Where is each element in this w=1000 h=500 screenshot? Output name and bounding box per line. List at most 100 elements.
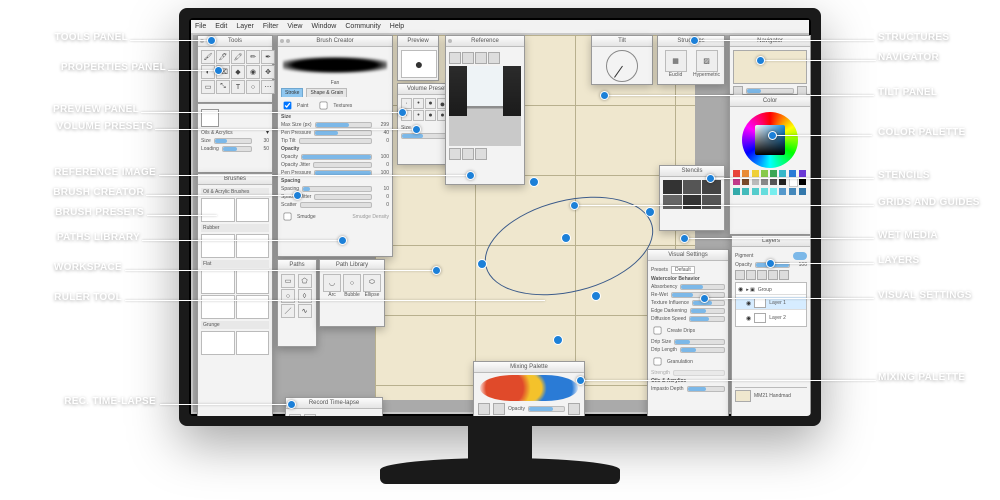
opacity-slider[interactable] [301,154,372,160]
eye-icon[interactable]: ◉ [746,300,751,307]
visual-settings-panel[interactable]: Visual Settings PresetsDefault Watercolo… [647,249,729,416]
brushes-panel[interactable]: Brushes Oil & Acrylic Brushes Rubber [197,173,273,416]
maxsize-slider[interactable] [315,122,372,128]
layer-action-icon[interactable] [768,270,778,280]
vs-drips-checkbox[interactable] [654,327,662,335]
brush-thumb[interactable] [201,234,235,258]
brush-thumb[interactable] [201,270,235,294]
structure-item[interactable]: ▦Euclid [661,50,690,78]
paint-checkbox[interactable] [284,102,292,110]
swatch[interactable] [742,178,749,185]
menu-edit[interactable]: Edit [215,23,227,30]
eye-icon[interactable]: ◉ [738,286,743,293]
ruler-node[interactable] [477,259,487,269]
eye-icon[interactable]: ◉ [746,315,751,322]
stencil-thumb[interactable] [702,195,721,209]
tool-pick[interactable]: ◉ [246,65,260,79]
menu-help[interactable]: Help [390,23,404,30]
vs-dripsize-slider[interactable] [674,339,725,345]
path-shape-pentagon[interactable]: ⬠ [298,274,312,288]
ref-tool-icon[interactable] [475,52,487,64]
textures-checkbox[interactable] [320,102,328,110]
vs-tex-slider[interactable] [692,300,725,306]
tool-move[interactable]: ✥ [261,65,275,79]
mixing-palette-panel[interactable]: Mixing Palette Opacity [473,361,585,416]
properties-panel[interactable]: Oils & Acrylics▾ Size30 Loading50 [197,103,273,173]
swatch[interactable] [733,188,740,195]
mix-tool-icon[interactable] [568,403,580,415]
stop-button[interactable]: ■ [304,414,316,416]
stencil-thumb[interactable] [663,180,682,194]
color-square[interactable] [755,125,785,155]
swatch[interactable] [761,188,768,195]
vs-gran-checkbox[interactable] [654,358,662,366]
paths-panel[interactable]: Paths ▭ ⬠ ○ ◊ ／ ∿ [277,259,317,347]
pathlib-item[interactable]: ⬭Ellipse [363,274,381,298]
opjitter-slider[interactable] [313,162,372,168]
reference-image[interactable] [449,66,521,146]
tool-brush5[interactable]: ✒ [261,50,275,64]
swatch[interactable] [742,170,749,177]
tool-transform[interactable]: ⤡ [216,80,230,94]
brush-thumb[interactable] [201,295,235,319]
ref-tool-icon[interactable] [462,52,474,64]
mix-opacity-slider[interactable] [528,406,565,412]
pressure-slider[interactable] [314,130,372,136]
ruler-node[interactable] [591,291,601,301]
tool-text[interactable]: T [231,80,245,94]
layer-row[interactable]: ◉▸ ▣Group [736,285,806,295]
tilt-panel[interactable]: Tilt [591,35,653,85]
spacing-slider[interactable] [302,186,372,192]
brush-thumb[interactable] [236,234,270,258]
ref-action-icon[interactable] [462,148,474,160]
stencil-thumb[interactable] [663,195,682,209]
swatch[interactable] [779,170,786,177]
volume-preset[interactable]: ● [425,110,436,121]
menu-view[interactable]: View [287,23,302,30]
vs-edge-slider[interactable] [690,308,725,314]
tool-blend[interactable]: ◐ [201,65,215,79]
color-panel[interactable]: Color [729,95,811,235]
swatch[interactable] [761,178,768,185]
swatch[interactable] [779,188,786,195]
menu-community[interactable]: Community [345,23,380,30]
swatch[interactable] [770,170,777,177]
zoom-slider[interactable] [746,88,794,94]
brush-creator-panel[interactable]: Brush Creator Fan StrokeShape & Grain Pa… [277,35,393,257]
ruler-node[interactable] [553,335,563,345]
volume-preset[interactable]: • [413,110,424,121]
stroke-tab[interactable]: Stroke [281,88,303,97]
vs-driplen-slider[interactable] [680,347,725,353]
brush-thumb[interactable] [236,295,270,319]
tiptilt-slider[interactable] [299,138,372,144]
swatch[interactable] [770,178,777,185]
loading-slider[interactable] [222,146,252,152]
tool-more[interactable]: ⋯ [261,80,275,94]
swatch[interactable] [789,170,796,177]
tilt-indicator[interactable] [606,50,638,82]
path-shape-free[interactable]: ∿ [298,304,312,318]
swatch[interactable] [742,188,749,195]
ref-action-icon[interactable] [449,148,461,160]
swatch[interactable] [752,178,759,185]
stencils-panel[interactable]: Stencils [659,165,725,231]
tool-select[interactable]: ▭ [201,80,215,94]
swatch[interactable] [799,188,806,195]
vs-absorb-slider[interactable] [680,284,725,290]
stencil-thumb[interactable] [683,195,702,209]
swatch[interactable] [789,188,796,195]
swatch[interactable] [779,178,786,185]
ref-tool-icon[interactable] [449,52,461,64]
path-shape-square[interactable]: ▭ [281,274,295,288]
swatch[interactable] [770,188,777,195]
swatch[interactable] [752,170,759,177]
menu-layer[interactable]: Layer [236,23,254,30]
tools-panel[interactable]: Tools 🖌 🖊 🖍 ✏ ✒ ◐ ⌫ ◆ ◉ [197,35,273,103]
menu-window[interactable]: Window [311,23,336,30]
navigator-thumb[interactable] [733,50,807,84]
vs-preset-select[interactable]: Default [671,266,695,274]
pathlib-item[interactable]: ◡Arc [323,274,341,298]
mix-tool-icon[interactable] [478,403,490,415]
navigator-panel[interactable]: Navigator [729,35,811,95]
canvas-thumb[interactable] [735,390,751,402]
